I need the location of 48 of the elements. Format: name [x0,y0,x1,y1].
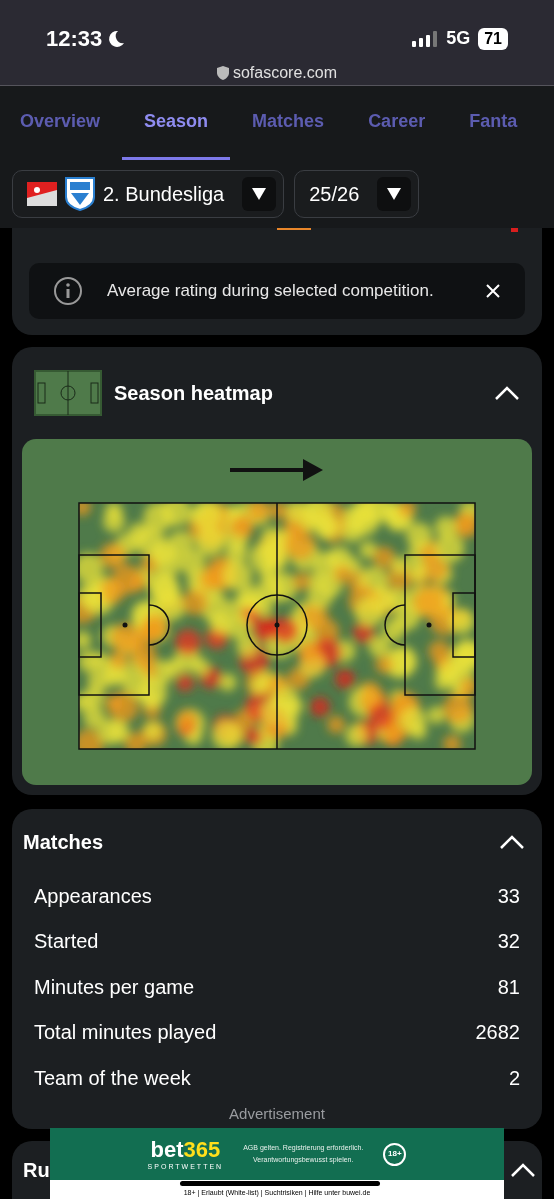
stat-value: 33 [497,883,520,909]
stat-value: 32 [497,929,520,955]
caret-icon [387,188,402,200]
section-title: Ru [23,1157,50,1183]
pitch-icon [34,370,102,416]
url-text: sofascore.com [232,63,337,83]
collapse-icon[interactable] [494,385,520,401]
section-title: Season heatmap [114,381,274,406]
progress-underline [277,228,311,230]
tab[interactable]: Career [346,108,448,160]
stat-value: 2682 [475,1020,520,1046]
stat-label: Team of the week [34,1065,191,1091]
info-text: Average rating during selected competition. [107,280,435,303]
signal-icon [412,30,439,47]
select-value: 2. Bundesliga [103,182,225,207]
collapse-icon[interactable] [510,1161,536,1178]
collapse-icon[interactable] [499,834,525,850]
close-icon[interactable] [485,283,501,299]
stat-label: Minutes per game [34,974,195,1000]
tab[interactable]: Overview [0,108,123,160]
tab[interactable]: Fanta [447,108,540,160]
status-time: 12:33 [46,25,103,53]
select-value: 25/26 [309,182,360,207]
brand-name: bet [150,1138,184,1161]
age-badge: 18+ [383,1142,407,1166]
shield-icon [216,66,229,80]
moon-icon [106,28,127,49]
dropdown-button[interactable] [242,177,277,211]
stat-value: 2 [508,1065,520,1091]
battery-indicator: 71 [478,27,508,50]
rating-marker [511,228,518,232]
caret-icon [252,188,267,200]
stat-label: Started [34,929,99,955]
competition-select[interactable]: 2. Bundesliga [12,170,285,218]
info-icon [53,276,83,306]
advertisement-label: Advertisement [229,1104,325,1124]
stat-label: Total minutes played [34,1020,217,1046]
section-title: Matches [23,830,105,855]
tab[interactable]: Season [122,108,231,160]
brand-number: 365 [183,1138,221,1161]
tab[interactable]: Matches [230,108,347,160]
club-crest-icon [65,177,95,211]
stat-value: 81 [497,974,520,1000]
league-logo-icon [27,182,57,206]
stat-label: Appearances [34,883,152,909]
network-label: 5G [446,27,471,50]
dropdown-button[interactable] [377,177,412,211]
season-select[interactable]: 25/26 [294,170,420,218]
